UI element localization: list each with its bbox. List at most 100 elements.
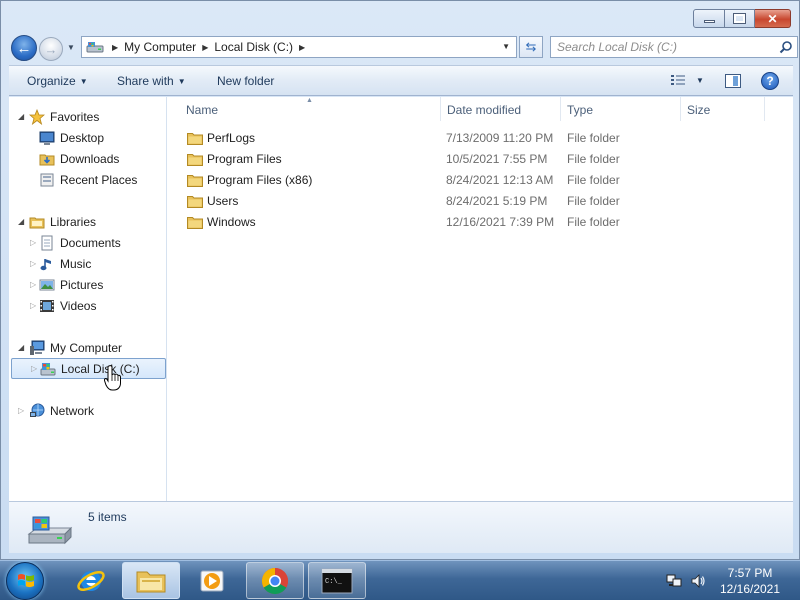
tree-local-disk[interactable]: ▷ Local Disk (C:) (11, 358, 166, 379)
network-status-icon[interactable] (666, 573, 682, 589)
breadcrumb-separator-icon[interactable]: ▶ (202, 43, 208, 52)
pictures-icon (39, 279, 55, 290)
music-note-icon (40, 258, 51, 270)
start-button[interactable] (6, 562, 44, 600)
tree-recent-places[interactable]: Recent Places (9, 169, 166, 190)
file-type: File folder (567, 131, 620, 145)
chevron-down-icon: ▼ (177, 77, 186, 86)
tree-favorites-label: Favorites (50, 109, 100, 124)
collapsed-arrow-icon[interactable]: ▷ (30, 280, 36, 289)
preview-pane-icon[interactable] (725, 74, 741, 88)
refresh-icon: ⇆ (525, 39, 537, 54)
navigation-pane[interactable]: ◢ Favorites Desktop Downloads Recent Pla… (9, 97, 167, 501)
taskbar: C:\_ (0, 560, 800, 600)
column-divider[interactable] (764, 97, 765, 121)
forward-button[interactable]: → (39, 37, 63, 61)
taskbar-command-prompt[interactable]: C:\_ (308, 562, 366, 599)
close-icon: ✕ (767, 11, 778, 26)
item-count: 5 items (88, 510, 127, 524)
expanded-arrow-icon[interactable]: ◢ (18, 112, 24, 121)
view-options-dropdown-icon[interactable]: ▼ (696, 76, 704, 85)
command-prompt-icon: C:\_ (321, 568, 353, 593)
file-type: File folder (567, 152, 620, 166)
table-row[interactable]: Windows 12/16/2021 7:39 PM File folder (168, 212, 793, 233)
breadcrumb-local-disk[interactable]: Local Disk (C:) (214, 40, 293, 54)
help-icon[interactable]: ? (761, 72, 779, 90)
window-controls: ✕ (693, 9, 791, 28)
column-header-size[interactable]: Size (687, 97, 747, 121)
collapsed-arrow-icon[interactable]: ▷ (31, 364, 37, 373)
search-box[interactable] (550, 36, 798, 58)
tree-music[interactable]: ▷ Music (9, 253, 166, 274)
new-folder-button[interactable]: New folder (217, 74, 274, 88)
command-bar: Organize ▼ Share with ▼ New folder ▼ ? (9, 65, 793, 96)
file-type: File folder (567, 173, 620, 187)
expanded-arrow-icon[interactable]: ◢ (18, 217, 24, 226)
videos-icon (40, 299, 54, 312)
breadcrumb-my-computer[interactable]: My Computer (124, 40, 196, 54)
breadcrumb-separator-icon[interactable]: ▶ (112, 43, 118, 52)
taskbar-chrome[interactable] (246, 562, 304, 599)
collapsed-arrow-icon[interactable]: ▷ (30, 301, 36, 310)
tree-videos[interactable]: ▷ Videos (9, 295, 166, 316)
taskbar-media-player[interactable] (183, 562, 241, 599)
file-date-modified: 8/24/2021 12:13 AM (446, 173, 554, 187)
table-row[interactable]: Users 8/24/2021 5:19 PM File folder (168, 191, 793, 212)
clock-time[interactable]: 7:57 PM (727, 566, 773, 580)
tree-libraries[interactable]: ◢ Libraries (9, 211, 166, 232)
share-with-button[interactable]: Share with ▼ (117, 74, 186, 88)
minimize-button[interactable] (693, 9, 725, 28)
tree-my-computer[interactable]: ◢ My Computer (9, 337, 166, 358)
folder-icon (187, 196, 203, 208)
forward-arrow-icon: → (44, 41, 58, 57)
tree-downloads[interactable]: Downloads (9, 148, 166, 169)
address-bar[interactable]: ▶ My Computer ▶ Local Disk (C:) ▶ ▼ (81, 36, 517, 58)
file-type: File folder (567, 215, 620, 229)
table-row[interactable]: Program Files (x86) 8/24/2021 12:13 AM F… (168, 170, 793, 191)
collapsed-arrow-icon[interactable]: ▷ (18, 406, 24, 415)
folder-icon (187, 175, 203, 187)
change-view-icon[interactable] (670, 74, 686, 88)
folder-icon (187, 133, 203, 145)
recent-pages-dropdown[interactable]: ▼ (67, 43, 75, 52)
file-list-pane[interactable]: ▲ Name Date modified Type Size PerfLogs … (168, 97, 793, 501)
expanded-arrow-icon[interactable]: ◢ (18, 343, 24, 352)
column-header-type[interactable]: Type (567, 97, 680, 121)
search-icon[interactable] (779, 40, 793, 54)
column-divider[interactable] (560, 97, 561, 121)
back-button[interactable]: ← (11, 35, 37, 61)
star-icon (29, 108, 45, 125)
content-area: ◢ Favorites Desktop Downloads Recent Pla… (9, 97, 793, 501)
tree-favorites[interactable]: ◢ Favorites (9, 106, 166, 127)
tree-pictures[interactable]: ▷ Pictures (9, 274, 166, 295)
breadcrumb-separator-icon[interactable]: ▶ (299, 43, 305, 52)
tree-desktop-label: Desktop (60, 130, 105, 145)
column-divider[interactable] (680, 97, 681, 121)
folder-icon (187, 217, 203, 229)
address-dropdown-icon[interactable]: ▼ (502, 42, 510, 51)
taskbar-file-explorer[interactable] (122, 562, 180, 599)
tree-network[interactable]: ▷ Network (9, 400, 166, 421)
maximize-button[interactable] (725, 9, 755, 28)
volume-icon[interactable] (690, 573, 706, 589)
folder-icon (187, 154, 203, 166)
refresh-button[interactable]: ⇆ (519, 36, 543, 58)
collapsed-arrow-icon[interactable]: ▷ (30, 259, 36, 268)
close-button[interactable]: ✕ (755, 9, 791, 28)
search-input[interactable] (551, 37, 771, 57)
drive-large-icon (27, 516, 73, 545)
file-date-modified: 8/24/2021 5:19 PM (446, 194, 548, 208)
column-header-name[interactable]: Name (186, 97, 440, 121)
tree-music-label: Music (60, 256, 92, 271)
collapsed-arrow-icon[interactable]: ▷ (30, 238, 36, 247)
column-header-date-modified[interactable]: Date modified (447, 97, 560, 121)
table-row[interactable]: PerfLogs 7/13/2009 11:20 PM File folder (168, 128, 793, 149)
title-bar[interactable]: ✕ (1, 1, 799, 33)
taskbar-internet-explorer[interactable] (62, 562, 120, 599)
table-row[interactable]: Program Files 10/5/2021 7:55 PM File fol… (168, 149, 793, 170)
clock-date[interactable]: 12/16/2021 (717, 582, 783, 596)
column-divider[interactable] (440, 97, 441, 121)
organize-button[interactable]: Organize ▼ (27, 74, 88, 88)
tree-documents[interactable]: ▷ Documents (9, 232, 166, 253)
tree-desktop[interactable]: Desktop (9, 127, 166, 148)
